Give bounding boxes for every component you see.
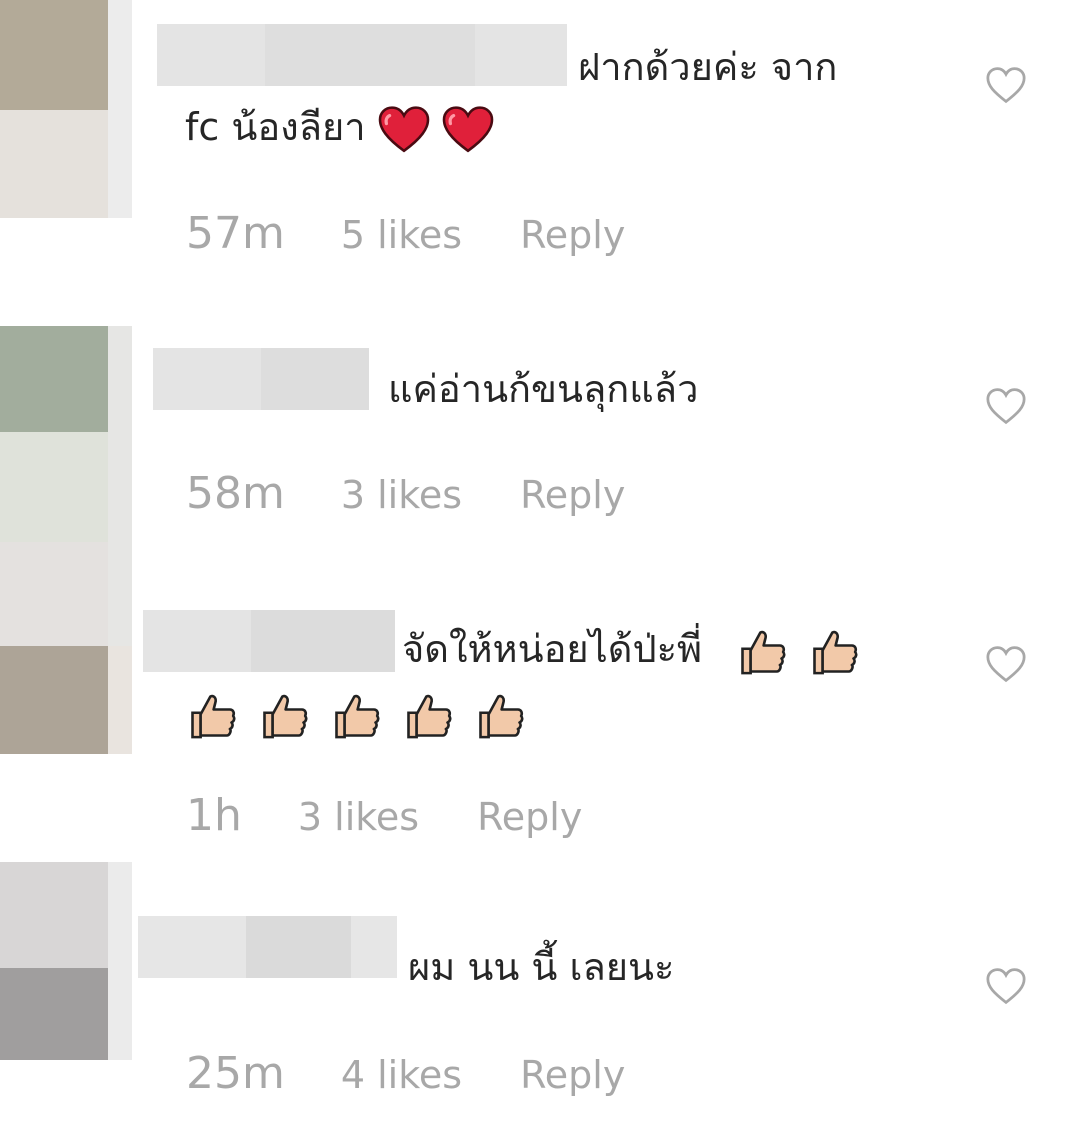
thumbs-up-icon <box>813 630 858 674</box>
likes-count[interactable]: 3 likes <box>341 473 462 517</box>
comment-text-line1: ผม นน นี้ เลยนะ <box>408 945 675 989</box>
reply-button[interactable]: Reply <box>477 795 582 839</box>
likes-count[interactable]: 3 likes <box>298 795 419 839</box>
comment-text-line1: ฝากด้วยค่ะ จาก <box>578 45 838 89</box>
avatar[interactable] <box>0 326 132 646</box>
username-redacted[interactable] <box>143 610 395 672</box>
comment-text: จัดให้หน่อยได้ป่ะพี่ <box>402 627 703 671</box>
reply-button[interactable]: Reply <box>520 213 625 257</box>
comment-meta: 57m 5 likes Reply <box>186 208 625 259</box>
comment-text-line2 <box>186 684 534 742</box>
thumbs-up-icon <box>479 694 524 738</box>
thumbs-up-icon <box>335 694 380 738</box>
heart-outline-icon[interactable] <box>985 967 1027 1005</box>
heart-outline-icon[interactable] <box>985 66 1027 104</box>
comment-time: 57m <box>186 208 285 259</box>
comment-meta: 58m 3 likes Reply <box>186 468 625 519</box>
red-heart-icon <box>378 105 429 152</box>
heart-outline-icon[interactable] <box>985 645 1027 683</box>
thumbs-up-icon <box>263 694 308 738</box>
comment-text: fc น้องลียา <box>185 105 366 149</box>
username-redacted[interactable] <box>153 348 369 410</box>
comment-meta: 1h 3 likes Reply <box>186 790 582 841</box>
thumbs-up-icon <box>191 694 236 738</box>
red-heart-icon <box>442 105 494 152</box>
comment-text-line1: แค่อ่านก้ขนลุกแล้ว <box>388 367 699 411</box>
reply-button[interactable]: Reply <box>520 1053 625 1097</box>
comment-time: 25m <box>186 1048 285 1099</box>
comment-text-line1: จัดให้หน่อยได้ป่ะพี่ <box>402 620 868 678</box>
avatar[interactable] <box>0 646 132 754</box>
likes-count[interactable]: 5 likes <box>341 213 462 257</box>
username-redacted[interactable] <box>157 24 567 86</box>
avatar[interactable] <box>0 862 132 1060</box>
reply-button[interactable]: Reply <box>520 473 625 517</box>
avatar[interactable] <box>0 0 132 218</box>
comment-time: 1h <box>186 790 242 841</box>
comment-meta: 25m 4 likes Reply <box>186 1048 625 1099</box>
heart-outline-icon[interactable] <box>985 387 1027 425</box>
comment-time: 58m <box>186 468 285 519</box>
thumbs-up-icon <box>407 694 452 738</box>
thumbs-up-icon <box>741 630 786 674</box>
comment-text-line2: fc น้องลียา <box>185 98 494 156</box>
likes-count[interactable]: 4 likes <box>341 1053 462 1097</box>
username-redacted[interactable] <box>138 916 397 978</box>
